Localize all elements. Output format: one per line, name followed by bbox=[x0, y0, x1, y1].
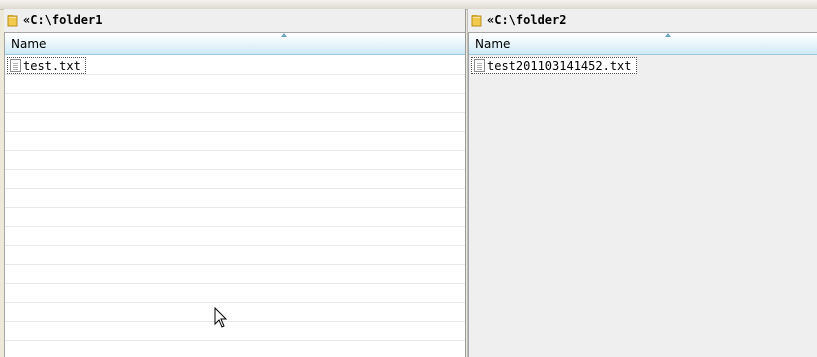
file-name: test201103141452.txt bbox=[487, 58, 632, 73]
row-divider bbox=[5, 131, 465, 132]
row-divider bbox=[5, 207, 465, 208]
file-icon bbox=[10, 59, 21, 72]
row-divider bbox=[5, 112, 465, 113]
left-folder-pane: «C:\folder1 Name test.txt bbox=[4, 9, 466, 357]
list-item[interactable]: test201103141452.txt bbox=[471, 57, 637, 74]
left-path-bar[interactable]: «C:\folder1 bbox=[4, 9, 465, 31]
left-rows: test.txt bbox=[5, 55, 465, 357]
row-divider bbox=[5, 74, 465, 75]
left-name-column-header[interactable]: Name bbox=[5, 33, 465, 55]
right-file-list[interactable]: Name test201103141452.txt bbox=[468, 32, 817, 357]
row-divider bbox=[5, 321, 465, 322]
name-column-label: Name bbox=[475, 37, 511, 51]
file-name: test.txt bbox=[23, 58, 81, 73]
row-divider bbox=[5, 226, 465, 227]
right-rows: test201103141452.txt bbox=[469, 55, 817, 357]
folder-icon bbox=[471, 13, 484, 27]
row-divider bbox=[5, 150, 465, 151]
left-file-list[interactable]: Name test.txt bbox=[4, 32, 465, 357]
left-path-text: «C:\folder1 bbox=[23, 13, 103, 27]
right-name-column-header[interactable]: Name bbox=[469, 33, 817, 55]
name-column-label: Name bbox=[11, 37, 47, 51]
row-divider bbox=[5, 302, 465, 303]
file-icon bbox=[474, 59, 485, 72]
right-folder-pane: «C:\folder2 Name test201103141452.txt bbox=[467, 9, 817, 357]
row-divider bbox=[5, 283, 465, 284]
row-divider bbox=[5, 245, 465, 246]
row-divider bbox=[5, 188, 465, 189]
folder-icon bbox=[7, 13, 20, 27]
right-path-text: «C:\folder2 bbox=[487, 13, 567, 27]
row-divider bbox=[5, 93, 465, 94]
sort-ascending-icon bbox=[665, 33, 671, 37]
row-divider bbox=[5, 169, 465, 170]
row-divider bbox=[5, 340, 465, 341]
right-path-bar[interactable]: «C:\folder2 bbox=[468, 9, 817, 31]
list-item[interactable]: test.txt bbox=[7, 57, 86, 74]
mouse-cursor bbox=[214, 306, 228, 329]
sort-ascending-icon bbox=[281, 33, 287, 37]
row-divider bbox=[5, 264, 465, 265]
